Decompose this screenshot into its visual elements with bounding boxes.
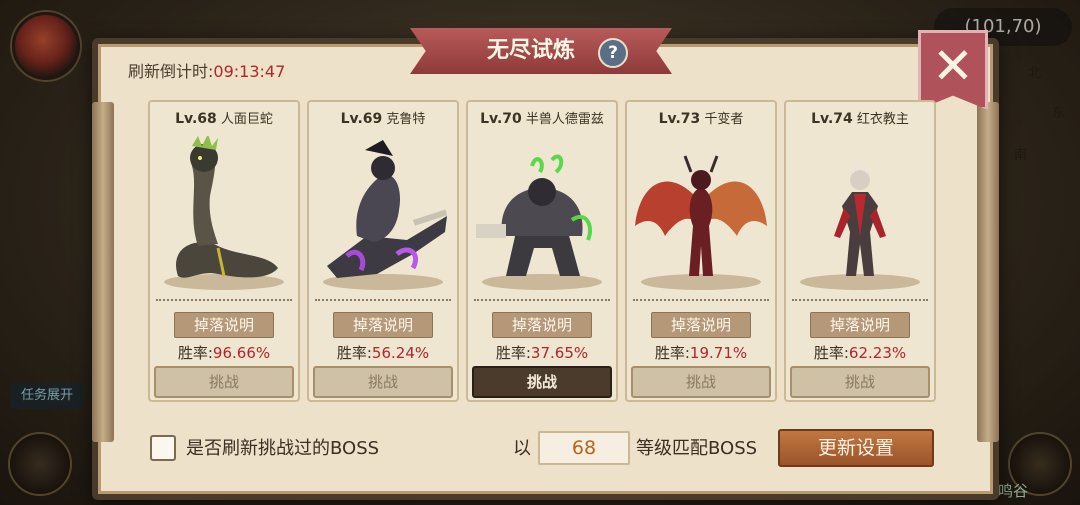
drop-info-button[interactable]: 掉落说明	[174, 312, 274, 338]
orc-boss-icon	[476, 154, 602, 290]
boss-card: Lv.74 红衣教主 掉落说明 胜率:62.23% 挑战	[784, 100, 936, 402]
drop-info-button[interactable]: 掉落说明	[333, 312, 433, 338]
drop-info-button[interactable]: 掉落说明	[651, 312, 751, 338]
boss-name: 红衣教主	[856, 112, 909, 127]
win-rate-label: 胜率:	[813, 344, 849, 362]
win-rate-value: 62.23%	[848, 344, 907, 362]
card-divider	[474, 299, 610, 301]
left-pillar	[92, 102, 114, 442]
boss-title: Lv.68 人面巨蛇	[150, 108, 298, 127]
help-button[interactable]: ?	[598, 38, 628, 68]
boss-name: 千变者	[704, 112, 744, 127]
boss-level: Lv.68	[175, 111, 217, 127]
boss-title: Lv.73 千变者	[627, 108, 775, 127]
update-settings-button[interactable]: 更新设置	[778, 429, 934, 467]
boss-level: Lv.69	[340, 111, 383, 127]
challenge-button-selected[interactable]: 挑战	[472, 366, 612, 398]
match-suffix: 等级匹配BOSS	[636, 438, 758, 459]
boss-title: Lv.70 半兽人德雷兹	[468, 108, 616, 127]
drop-info-button[interactable]: 掉落说明	[492, 312, 592, 338]
boss-card: Lv.69 克鲁特 掉落说明 胜率:56.24% 挑战	[307, 100, 459, 402]
rider-boss-icon	[323, 140, 448, 290]
boss-card: Lv.73 千变者 掉落说明 胜率:19.71% 挑战	[625, 100, 777, 402]
cardinal-boss-icon	[800, 158, 920, 290]
card-divider	[792, 299, 928, 301]
boss-level: Lv.70	[480, 111, 522, 127]
win-rate: 胜率:37.65%	[468, 342, 616, 363]
card-divider	[156, 299, 292, 301]
card-divider	[315, 299, 451, 301]
right-pillar	[977, 102, 999, 442]
challenge-button[interactable]: 挑战	[631, 366, 771, 398]
challenge-button[interactable]: 挑战	[790, 366, 930, 398]
win-rate: 胜率:19.71%	[627, 342, 775, 363]
boss-name: 克鲁特	[386, 112, 426, 127]
boss-card: Lv.68 人面巨蛇 掉落说明 胜率:96.66% 挑战	[148, 100, 300, 402]
boss-card: Lv.70 半兽人德雷兹 掉落说明 胜率:37.65% 挑战	[466, 100, 618, 402]
win-rate-label: 胜率:	[654, 344, 690, 362]
boss-name: 人面巨蛇	[220, 112, 273, 127]
match-prefix: 以	[513, 438, 531, 459]
card-divider	[633, 299, 769, 301]
serpent-boss-icon	[164, 136, 284, 290]
countdown-label: 刷新倒计时:	[128, 62, 214, 81]
boss-name: 半兽人德雷兹	[525, 112, 604, 127]
win-rate-value: 96.66%	[212, 344, 271, 362]
challenge-button[interactable]: 挑战	[313, 366, 453, 398]
refresh-countdown: 刷新倒计时:09:13:47	[128, 58, 285, 82]
win-rate-label: 胜率:	[177, 344, 213, 362]
win-rate-label: 胜率:	[495, 344, 531, 362]
drop-info-button[interactable]: 掉落说明	[810, 312, 910, 338]
countdown-time: 09:13:47	[213, 62, 286, 81]
dialog-title: 无尽试炼	[486, 38, 575, 63]
win-rate: 胜率:96.66%	[150, 342, 298, 363]
demon-boss-icon	[635, 155, 767, 290]
boss-title: Lv.69 克鲁特	[309, 108, 457, 127]
refresh-boss-label: 是否刷新挑战过的BOSS	[186, 438, 380, 459]
win-rate-label: 胜率:	[336, 344, 372, 362]
win-rate-value: 19.71%	[689, 344, 748, 362]
win-rate-value: 37.65%	[530, 344, 589, 362]
challenge-button[interactable]: 挑战	[154, 366, 294, 398]
boss-level: Lv.74	[811, 111, 853, 127]
boss-level: Lv.73	[658, 111, 701, 127]
boss-title: Lv.74 红衣教主	[786, 108, 934, 127]
win-rate: 胜率:62.23%	[786, 342, 934, 363]
refresh-boss-checkbox[interactable]	[150, 435, 176, 461]
win-rate: 胜率:56.24%	[309, 342, 457, 363]
win-rate-value: 56.24%	[371, 344, 430, 362]
match-level-input[interactable]	[538, 431, 630, 465]
